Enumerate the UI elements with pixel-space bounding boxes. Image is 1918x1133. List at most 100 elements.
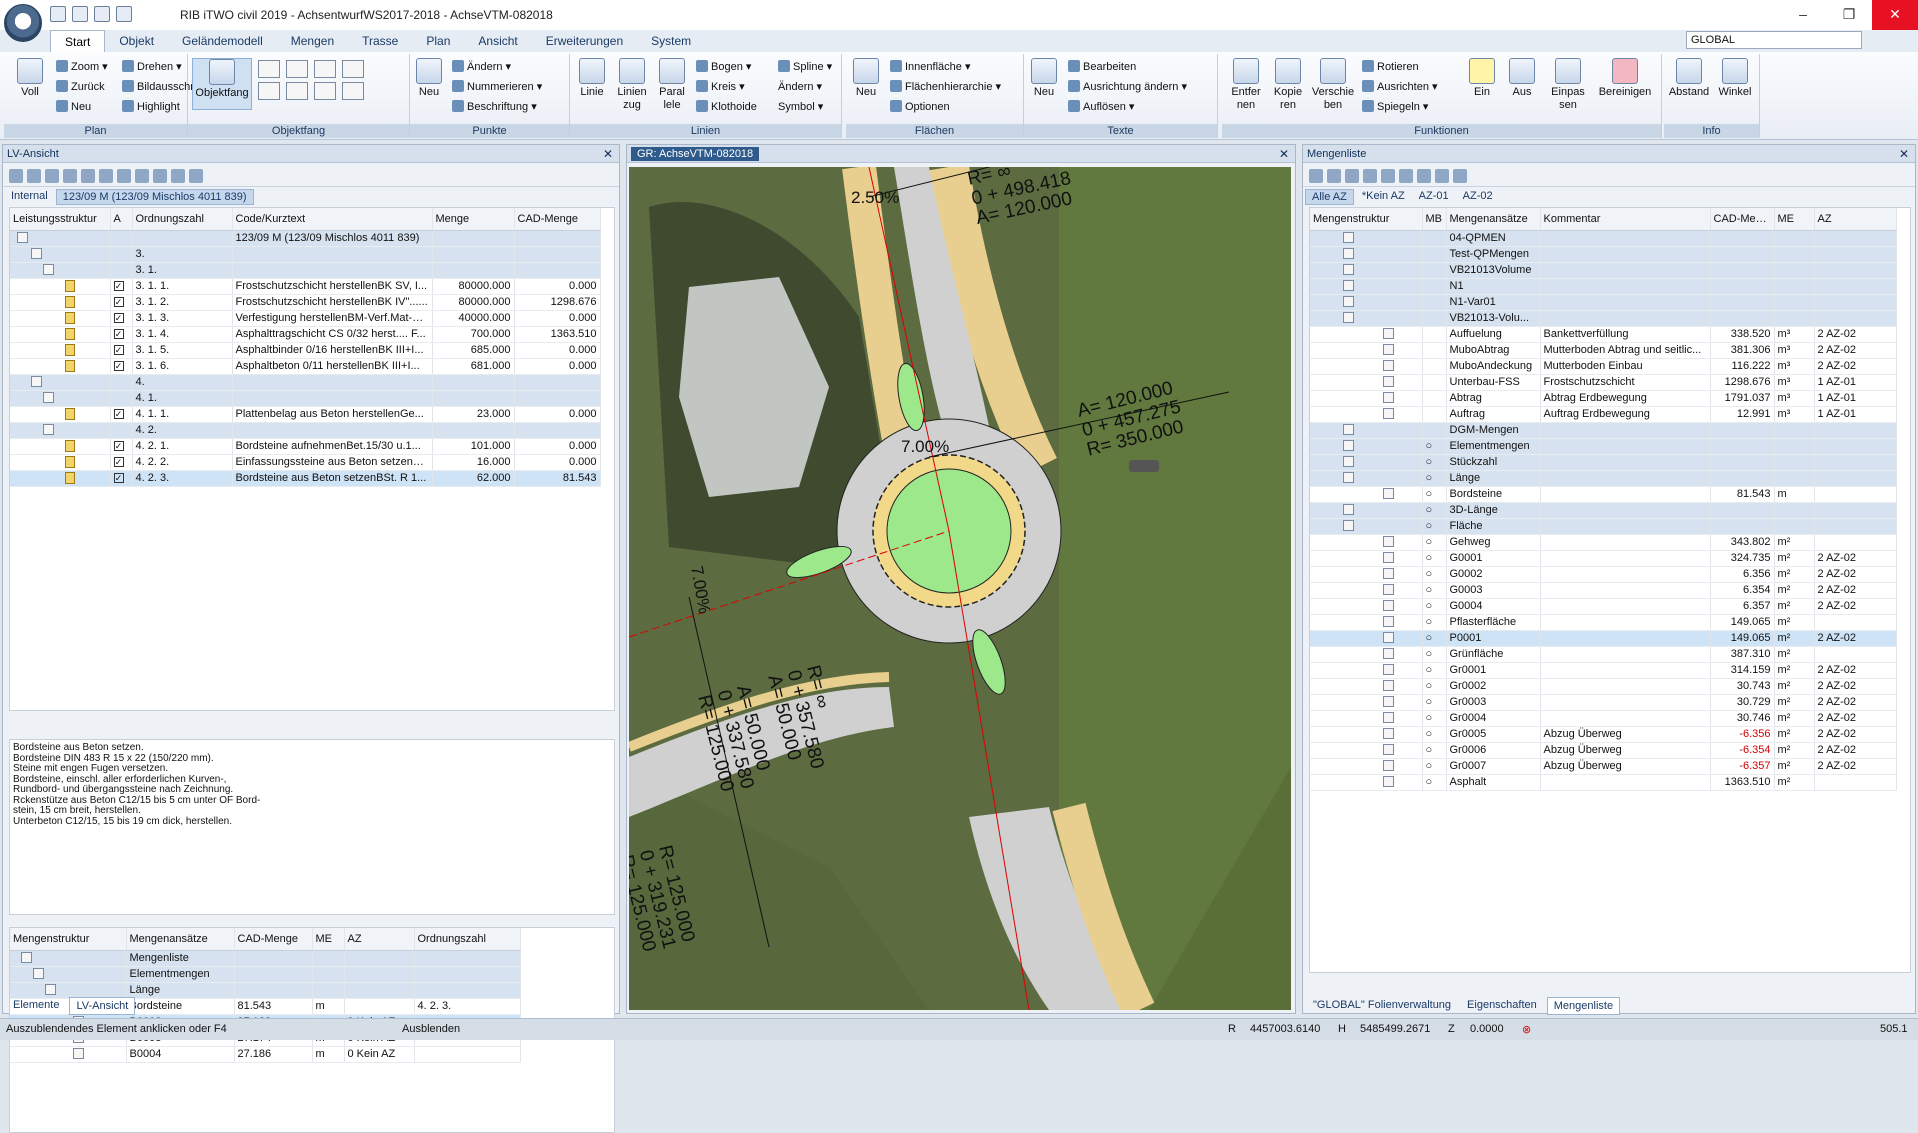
table-row[interactable]: ○ Gr0006 Abzug Überweg -6.354 m² 2 AZ-02	[1310, 742, 1897, 759]
snap-circle-icon[interactable]	[258, 82, 280, 100]
checkbox-cell[interactable]: ✓	[110, 310, 133, 327]
app-logo-icon[interactable]	[4, 4, 42, 42]
az-tab[interactable]: AZ-01	[1413, 189, 1455, 205]
aus-button[interactable]: Aus	[1504, 58, 1540, 99]
checkbox-cell[interactable]: ✓	[110, 326, 133, 343]
rotieren-button[interactable]: Rotieren	[1362, 58, 1419, 76]
table-row[interactable]: ○ Gr0001 314.159 m² 2 AZ-02	[1310, 662, 1897, 679]
check-icon[interactable]	[189, 168, 203, 183]
column-header[interactable]: Menge	[432, 208, 515, 231]
linie-button[interactable]: Linie	[574, 58, 610, 99]
table-row[interactable]: 123/09 M (123/09 Mischlos 4011 839)	[10, 230, 601, 247]
table-row[interactable]: Unterbau-FSS Frostschutzschicht 1298.676 m³…	[1310, 374, 1897, 391]
ausrichtung-button[interactable]: Ausrichtung ändern ▾	[1068, 78, 1187, 96]
table-row[interactable]: 4. 2.	[10, 422, 601, 439]
lightbulb-icon[interactable]: ○	[1426, 472, 1433, 484]
highlight-button[interactable]: Highlight	[122, 98, 180, 116]
lightbulb-icon[interactable]: ○	[1426, 584, 1433, 596]
save-icon[interactable]	[50, 6, 66, 22]
az-tab[interactable]: AZ-02	[1457, 189, 1499, 205]
nummerieren-button[interactable]: Nummerieren ▾	[452, 78, 542, 96]
folder-icon[interactable]	[9, 168, 23, 183]
undo-icon[interactable]	[94, 6, 110, 22]
checkbox-cell[interactable]: ✓	[110, 294, 133, 311]
checkbox[interactable]: ✓	[113, 297, 124, 307]
table-row[interactable]: 4.	[10, 374, 601, 391]
innenflaeche-button[interactable]: Innenfläche ▾	[890, 58, 970, 76]
lv-tab[interactable]: Internal	[5, 189, 54, 205]
global-layer-select[interactable]: GLOBAL	[1686, 31, 1862, 49]
menu-tab-system[interactable]: System	[637, 30, 705, 52]
drehen-button[interactable]: Drehen ▾	[122, 58, 182, 76]
checkbox-cell[interactable]: ✓	[110, 278, 133, 295]
menu-tab-geländemodell[interactable]: Geländemodell	[168, 30, 277, 52]
zurueck-button[interactable]: Zurück	[56, 78, 105, 96]
right-bottom-tab[interactable]: "GLOBAL" Folienverwaltung	[1307, 997, 1457, 1015]
left-bottom-tab[interactable]: Elemente	[7, 997, 65, 1015]
table-row[interactable]: Länge	[10, 982, 521, 999]
expand-icon[interactable]	[99, 168, 113, 183]
table-row[interactable]: ○ Gehweg 343.802 m²	[1310, 534, 1897, 551]
checkbox-cell[interactable]	[110, 374, 133, 391]
spiegeln-button[interactable]: Spiegeln ▾	[1362, 98, 1428, 116]
az-tab[interactable]: Alle AZ	[1305, 189, 1354, 205]
filter-icon[interactable]	[1453, 168, 1467, 183]
lightbulb-icon[interactable]: ○	[1426, 552, 1433, 564]
table-row[interactable]: ✓ 3. 1. 5. Asphaltbinder 0/16 herstellenBK…	[10, 342, 601, 359]
table-row[interactable]: ○ G0001 324.735 m² 2 AZ-02	[1310, 550, 1897, 567]
ausrichten-button[interactable]: Ausrichten ▾	[1362, 78, 1438, 96]
table-row[interactable]: Test-QPMengen	[1310, 246, 1897, 263]
zoom-button[interactable]: Zoom ▾	[56, 58, 108, 76]
table-row[interactable]: ○ Gr0003 30.729 m² 2 AZ-02	[1310, 694, 1897, 711]
up-icon[interactable]	[1345, 168, 1359, 183]
table-row[interactable]: ○ Länge	[1310, 470, 1897, 487]
table-row[interactable]: Abtrag Abtrag Erdbewegung 1791.037 m³ 1 AZ-0…	[1310, 390, 1897, 407]
checkbox[interactable]: ✓	[113, 345, 124, 355]
table-row[interactable]: VB21013Volume	[1310, 262, 1897, 279]
lightbulb-icon[interactable]: ○	[1426, 536, 1433, 548]
check-icon[interactable]	[1435, 168, 1449, 183]
snap-triangle-icon[interactable]	[286, 60, 308, 78]
checkbox-cell[interactable]: ✓	[110, 358, 133, 375]
lightbulb-icon[interactable]: ○	[1426, 568, 1433, 580]
table-row[interactable]: ✓ 4. 2. 3. Bordsteine aus Beton setzenBSt.…	[10, 470, 601, 487]
table-row[interactable]: ○ Gr0004 30.746 m² 2 AZ-02	[1310, 710, 1897, 727]
table-row[interactable]: ○ G0004 6.357 m² 2 AZ-02	[1310, 598, 1897, 615]
lightbulb-icon[interactable]: ○	[1426, 632, 1433, 644]
table-row[interactable]: ○ Grünfläche 387.310 m²	[1310, 646, 1897, 663]
bereinigen-button[interactable]: Bereinigen	[1594, 58, 1656, 99]
column-header[interactable]: A	[110, 208, 133, 231]
map-view[interactable]: 2.50% R= ∞ 0 + 498.418 A= 120.000 A= 120…	[629, 167, 1291, 1010]
globe-icon[interactable]	[1381, 168, 1395, 183]
checkbox-cell[interactable]: ✓	[110, 438, 133, 455]
spline-button[interactable]: Spline ▾	[778, 58, 832, 76]
collapse-all-icon[interactable]	[1327, 168, 1341, 183]
text-neu-button[interactable]: Neu	[1028, 58, 1060, 99]
table-row[interactable]: ○ Asphalt 1363.510 m²	[1310, 774, 1897, 791]
sync-icon[interactable]	[1417, 168, 1431, 183]
expand-all-icon[interactable]	[1309, 168, 1323, 183]
table-row[interactable]: B0004 27.186 m 0 Kein AZ	[10, 1046, 521, 1063]
checkbox[interactable]: ✓	[113, 281, 124, 291]
lightbulb-icon[interactable]: ○	[1426, 760, 1433, 772]
table-row[interactable]: ○ Gr0007 Abzug Überweg -6.357 m² 2 AZ-02	[1310, 758, 1897, 775]
column-header[interactable]: Mengenansätze	[1446, 208, 1541, 231]
neu-plan-button[interactable]: Neu	[56, 98, 91, 116]
close-icon[interactable]: ✕	[1279, 147, 1289, 161]
table-row[interactable]: ✓ 4. 1. 1. Plattenbelag aus Beton herstell…	[10, 406, 601, 423]
right-bottom-tab[interactable]: Eigenschaften	[1461, 997, 1543, 1015]
snap-cross-icon[interactable]	[342, 60, 364, 78]
table-row[interactable]: ○ G0002 6.356 m² 2 AZ-02	[1310, 566, 1897, 583]
column-header[interactable]: AZ	[1814, 208, 1897, 231]
menu-tab-plan[interactable]: Plan	[412, 30, 464, 52]
down-icon[interactable]	[1363, 168, 1377, 183]
table-row[interactable]: ○ Elementmengen	[1310, 438, 1897, 455]
new-icon[interactable]	[27, 168, 41, 183]
table-row[interactable]: MuboAndeckung Mutterboden Einbau 116.222 m³…	[1310, 358, 1897, 375]
bogen-button[interactable]: Bogen ▾	[696, 58, 751, 76]
lightbulb-icon[interactable]: ○	[1426, 680, 1433, 692]
table-row[interactable]: ✓ 4. 2. 1. Bordsteine aufnehmenBet.15/30 u…	[10, 438, 601, 455]
table-row[interactable]: ✓ 4. 2. 2. Einfassungssteine aus Beton set…	[10, 454, 601, 471]
table-row[interactable]: ○ 3D-Länge	[1310, 502, 1897, 519]
column-header[interactable]: Ordnungszahl	[132, 208, 233, 231]
